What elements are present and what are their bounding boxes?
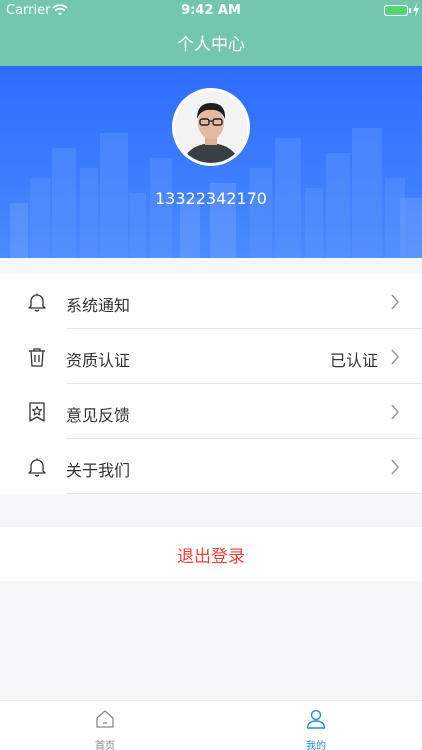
chevron-right-icon (391, 459, 399, 475)
charging-icon (413, 3, 419, 17)
top-bar: Carrier 9:42 AM 个人中心 (0, 0, 422, 66)
menu-item-label: 资质认证 (66, 351, 131, 370)
avatar[interactable] (172, 88, 250, 166)
tab-label: 我的 (306, 741, 326, 750)
home-icon (96, 710, 114, 728)
tab-mine[interactable]: 我的 (286, 701, 346, 750)
user-icon (306, 709, 326, 729)
menu-item-qualification[interactable]: 资质认证 已认证 (0, 329, 422, 384)
chevron-right-icon (391, 404, 399, 420)
verification-status: 已认证 (329, 351, 378, 370)
status-bar: Carrier 9:42 AM (0, 0, 422, 22)
chevron-right-icon (391, 294, 399, 310)
trash-icon (29, 348, 45, 367)
menu-item-system-notice[interactable]: 系统通知 (0, 274, 422, 329)
bell-icon (28, 458, 46, 477)
battery-icon (384, 5, 408, 16)
bookmark-star-icon (29, 402, 45, 422)
page-title: 个人中心 (177, 35, 245, 55)
profile-banner: 13322342170 (0, 66, 422, 258)
user-phone-number: 13322342170 (155, 189, 267, 208)
bell-icon (28, 293, 46, 312)
tab-bar: 首页 我的 (0, 700, 422, 750)
menu-item-label: 关于我们 (66, 461, 131, 480)
menu-item-label: 系统通知 (66, 296, 131, 315)
settings-menu: 系统通知 资质认证 已认证 意见反馈 关于我们 (0, 274, 422, 494)
divider (66, 493, 422, 494)
menu-item-label: 意见反馈 (66, 406, 131, 425)
tab-home[interactable]: 首页 (75, 701, 135, 750)
user-photo (175, 91, 247, 163)
logout-button[interactable]: 退出登录 (0, 527, 422, 581)
menu-item-feedback[interactable]: 意见反馈 (0, 384, 422, 439)
clock: 9:42 AM (181, 3, 241, 18)
tab-label: 首页 (95, 741, 115, 750)
chevron-right-icon (391, 349, 399, 365)
battery-tip (409, 8, 411, 13)
menu-item-about-us[interactable]: 关于我们 (0, 439, 422, 494)
